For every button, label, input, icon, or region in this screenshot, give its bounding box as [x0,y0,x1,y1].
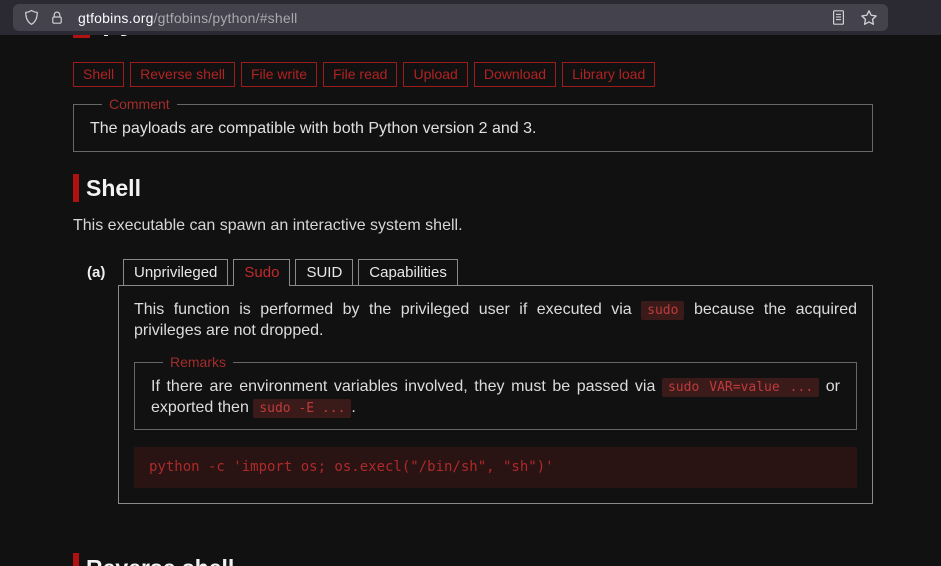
reader-mode-icon[interactable] [831,9,846,26]
tag-library-load[interactable]: Library load [562,62,656,87]
tab-unprivileged[interactable]: Unprivileged [123,259,229,285]
remarks-text-1: If there are environment variables invol… [151,378,656,395]
url-domain: gtfobins.org [78,9,154,26]
payload-code-block[interactable]: python -c 'import os; os.execl("/bin/sh"… [134,447,857,488]
tag-upload[interactable]: Upload [403,62,468,87]
browser-window: python gtfobins.org/gtfobins/python/#she… [0,0,941,566]
comment-text: The payloads are compatible with both Py… [90,120,537,137]
shield-icon[interactable] [23,9,40,26]
panel-text-before: This function is performed by the privil… [134,301,632,318]
inline-code-sudo: sudo [641,301,685,320]
url-bar[interactable]: gtfobins.org/gtfobins/python/#shell [13,4,888,31]
tag-file-write[interactable]: File write [240,62,317,87]
shell-description: This executable can spawn an interactive… [73,217,463,234]
tag-download[interactable]: Download [473,62,557,87]
inline-code-sudo-e: sudo -E ... [253,399,352,418]
function-tags: Shell Reverse shell File write File read… [73,62,873,87]
example-body: Unprivileged Sudo SUID Capabilities This… [118,259,873,504]
bookmark-star-icon[interactable] [860,9,878,27]
sudo-tab-panel: This function is performed by the privil… [118,285,873,504]
payload-code: python -c 'import os; os.execl("/bin/sh"… [149,459,554,475]
browser-toolbar: gtfobins.org/gtfobins/python/#shell [0,0,941,35]
context-tabs: Unprivileged Sudo SUID Capabilities [118,259,873,286]
tab-sudo[interactable]: Sudo [233,259,291,286]
remarks-text: If there are environment variables invol… [151,377,840,419]
example-label: (a) [87,264,106,281]
url-path: /gtfobins/python/#shell [153,9,298,26]
shell-example: (a) Unprivileged Sudo SUID Capabilities … [73,259,873,504]
remarks-fieldset: Remarks If there are environment variabl… [134,354,857,430]
tab-capabilities[interactable]: Capabilities [358,259,458,285]
tab-suid[interactable]: SUID [295,259,354,285]
tag-reverse-shell[interactable]: Reverse shell [130,62,235,87]
inline-code-sudo-var: sudo VAR=value ... [661,378,820,397]
reverse-shell-section-heading: Reverse shell [73,553,234,566]
remarks-text-3: . [351,399,356,416]
lock-icon[interactable] [49,10,65,26]
comment-legend: Comment [109,96,170,112]
page-content: Shell Reverse shell File write File read… [0,35,941,504]
shell-section-heading: Shell [73,174,873,202]
url-text[interactable]: gtfobins.org/gtfobins/python/#shell [78,10,297,26]
sudo-panel-text: This function is performed by the privil… [134,300,857,341]
comment-fieldset: Comment The payloads are compatible with… [73,96,873,152]
tag-file-read[interactable]: File read [322,62,398,87]
remarks-legend: Remarks [170,354,227,370]
tag-shell[interactable]: Shell [73,62,125,87]
